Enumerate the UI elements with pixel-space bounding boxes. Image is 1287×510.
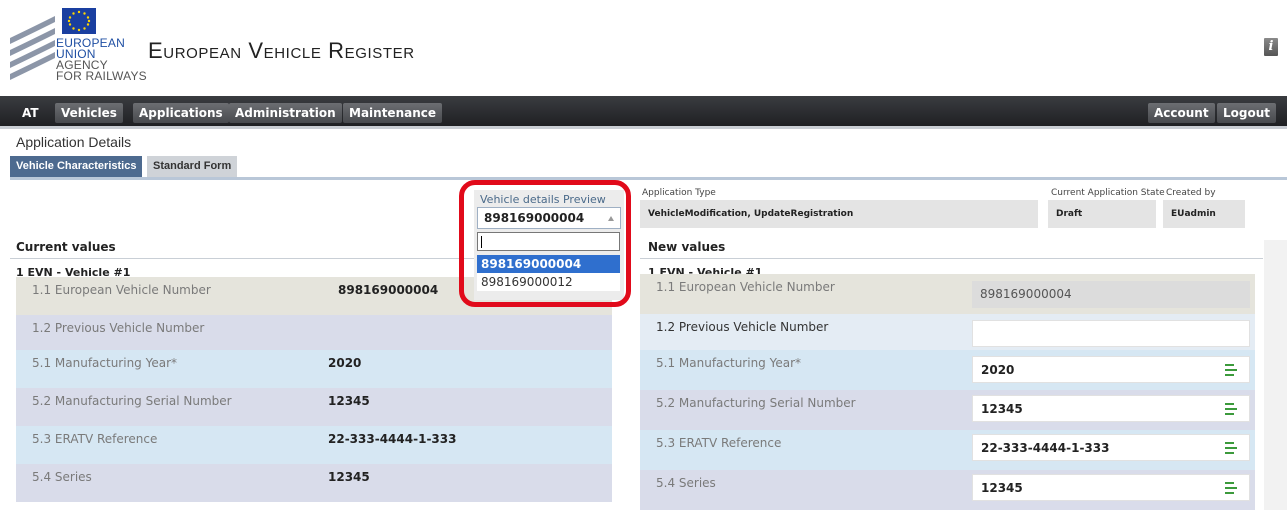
nav-item-applications[interactable]: Applications [133, 103, 229, 123]
current-row-series: 5.4 Series 12345 [16, 464, 612, 502]
row-label: 5.4 Series [32, 470, 92, 484]
nav-item-administration[interactable]: Administration [229, 103, 342, 123]
copy-value-icon[interactable] [1225, 481, 1237, 495]
new-row-manufacturing-year: 5.1 Manufacturing Year* 2020 [640, 350, 1255, 390]
logout-button[interactable]: Logout [1217, 103, 1277, 123]
new-row-evn: 1.1 European Vehicle Number 898169000004 [640, 274, 1255, 314]
row-label: 1.1 European Vehicle Number [656, 280, 835, 294]
series-field[interactable]: 12345 [972, 474, 1250, 501]
row-label: 5.2 Manufacturing Serial Number [32, 394, 232, 408]
copy-value-icon[interactable] [1225, 402, 1237, 416]
new-row-previous-number: 1.2 Previous Vehicle Number [640, 314, 1255, 354]
nav-item-maintenance[interactable]: Maintenance [343, 103, 443, 123]
row-label: 5.1 Manufacturing Year* [32, 356, 178, 370]
row-value: 2020 [328, 356, 362, 370]
application-type-value: VehicleModification, UpdateRegistration [640, 200, 1038, 228]
new-row-series: 5.4 Series 12345 [640, 470, 1255, 510]
created-by-value: EUadmin [1163, 200, 1245, 228]
row-label: 5.3 ERATV Reference [656, 436, 782, 450]
tab-vehicle-characteristics[interactable]: Vehicle Characteristics [10, 156, 143, 177]
new-values-divider [640, 258, 1263, 259]
info-icon[interactable]: i [1264, 38, 1278, 56]
current-row-manufacturing-year: 5.1 Manufacturing Year* 2020 [16, 350, 612, 388]
field-value: 12345 [981, 402, 1023, 416]
row-label: 1.1 European Vehicle Number [32, 283, 211, 297]
field-value: 2020 [981, 363, 1015, 377]
state-label: Current Application State [1051, 188, 1165, 198]
row-label: 5.2 Manufacturing Serial Number [656, 396, 856, 410]
nav-item-country[interactable]: AT [16, 103, 45, 123]
new-values-heading: New values [648, 240, 726, 254]
vertical-scrollbar[interactable] [1264, 240, 1287, 510]
manufacturing-year-field[interactable]: 2020 [972, 356, 1250, 383]
main-navbar: AT Vehicles Applications Administration … [0, 96, 1287, 129]
new-row-eratv-reference: 5.3 ERATV Reference 22-333-4444-1-333 [640, 430, 1255, 470]
account-button[interactable]: Account [1148, 103, 1215, 123]
field-value: 22-333-4444-1-333 [981, 441, 1110, 455]
page-title: Application Details [16, 134, 132, 150]
annotation-highlight-circle [459, 180, 631, 307]
eu-flag-icon [62, 8, 96, 34]
state-value: Draft [1048, 200, 1156, 228]
row-label: 1.2 Previous Vehicle Number [32, 321, 205, 335]
field-value: 12345 [981, 481, 1023, 495]
row-label: 5.4 Series [656, 476, 716, 490]
row-value: 12345 [328, 470, 370, 484]
tab-standard-form[interactable]: Standard Form [147, 156, 238, 177]
app-title: European Vehicle Register [148, 38, 415, 63]
nav-item-vehicles[interactable]: Vehicles [55, 103, 123, 123]
serial-number-field[interactable]: 12345 [972, 395, 1250, 422]
row-value: 12345 [328, 394, 370, 408]
eratv-reference-field[interactable]: 22-333-4444-1-333 [972, 434, 1250, 461]
copy-value-icon[interactable] [1225, 441, 1237, 455]
row-label: 5.3 ERATV Reference [32, 432, 158, 446]
copy-value-icon[interactable] [1225, 363, 1237, 377]
current-values-heading: Current values [16, 240, 116, 254]
evn-field: 898169000004 [972, 281, 1250, 308]
current-row-eratv-reference: 5.3 ERATV Reference 22-333-4444-1-333 [16, 426, 612, 464]
eu-agency-logo: EUROPEAN UNION AGENCY FOR RAILWAYS [10, 8, 150, 92]
row-value: 22-333-4444-1-333 [328, 432, 457, 446]
row-label: 1.2 Previous Vehicle Number [656, 320, 829, 334]
new-row-serial-number: 5.2 Manufacturing Serial Number 12345 [640, 390, 1255, 430]
current-row-serial-number: 5.2 Manufacturing Serial Number 12345 [16, 388, 612, 426]
created-by-label: Created by [1166, 188, 1216, 198]
application-type-label: Application Type [642, 188, 716, 198]
logo-line: FOR RAILWAYS [56, 69, 147, 83]
current-row-previous-number: 1.2 Previous Vehicle Number [16, 315, 612, 353]
header: EUROPEAN UNION AGENCY FOR RAILWAYS Europ… [0, 0, 1287, 96]
page: EUROPEAN UNION AGENCY FOR RAILWAYS Europ… [0, 0, 1287, 510]
previous-number-field[interactable] [972, 320, 1250, 347]
row-value: 898169000004 [338, 283, 439, 297]
tab-divider [10, 177, 1287, 180]
logo-text: EUROPEAN UNION AGENCY FOR RAILWAYS [56, 37, 147, 83]
row-label: 5.1 Manufacturing Year* [656, 356, 802, 370]
